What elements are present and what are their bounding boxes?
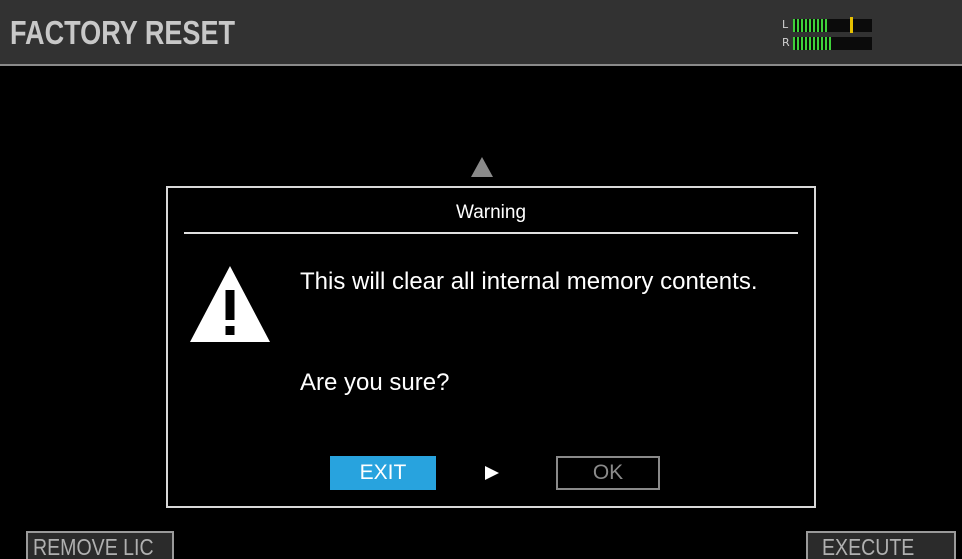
level-meter-left: L — [782, 17, 874, 33]
right-channel-label: R — [782, 36, 790, 49]
dialog-question: Are you sure? — [300, 369, 450, 396]
execute-button[interactable]: EXECUTE — [806, 531, 956, 559]
dialog-title: Warning — [455, 202, 527, 223]
level-meter-right: R — [782, 36, 874, 50]
left-meter-fill — [793, 19, 829, 32]
left-channel-label: L — [782, 18, 789, 31]
warning-dialog: Warning This will clear all internal mem… — [166, 186, 816, 508]
factory-reset-screen: FACTORY RESET L R Warning This will clea… — [0, 0, 962, 559]
exit-button[interactable]: EXIT — [330, 456, 436, 490]
up-arrow-icon — [471, 157, 493, 177]
left-meter-track — [793, 17, 872, 33]
header-bar: FACTORY RESET L R — [0, 0, 962, 66]
dialog-divider — [184, 232, 798, 234]
right-arrow-icon — [485, 466, 499, 480]
level-meter: L R — [782, 16, 874, 56]
execute-label: EXECUTE — [822, 534, 915, 559]
remove-lic-label: REMOVE LIC — [33, 534, 154, 559]
dialog-message: This will clear all internal memory cont… — [300, 268, 758, 295]
left-peak-indicator — [850, 17, 853, 33]
ok-button[interactable]: OK — [556, 456, 660, 490]
warning-triangle-icon — [190, 266, 270, 342]
page-title: FACTORY RESET — [10, 14, 236, 51]
right-meter-fill — [793, 37, 833, 50]
remove-lic-button[interactable]: REMOVE LIC — [26, 531, 174, 559]
right-meter-track — [793, 37, 872, 50]
